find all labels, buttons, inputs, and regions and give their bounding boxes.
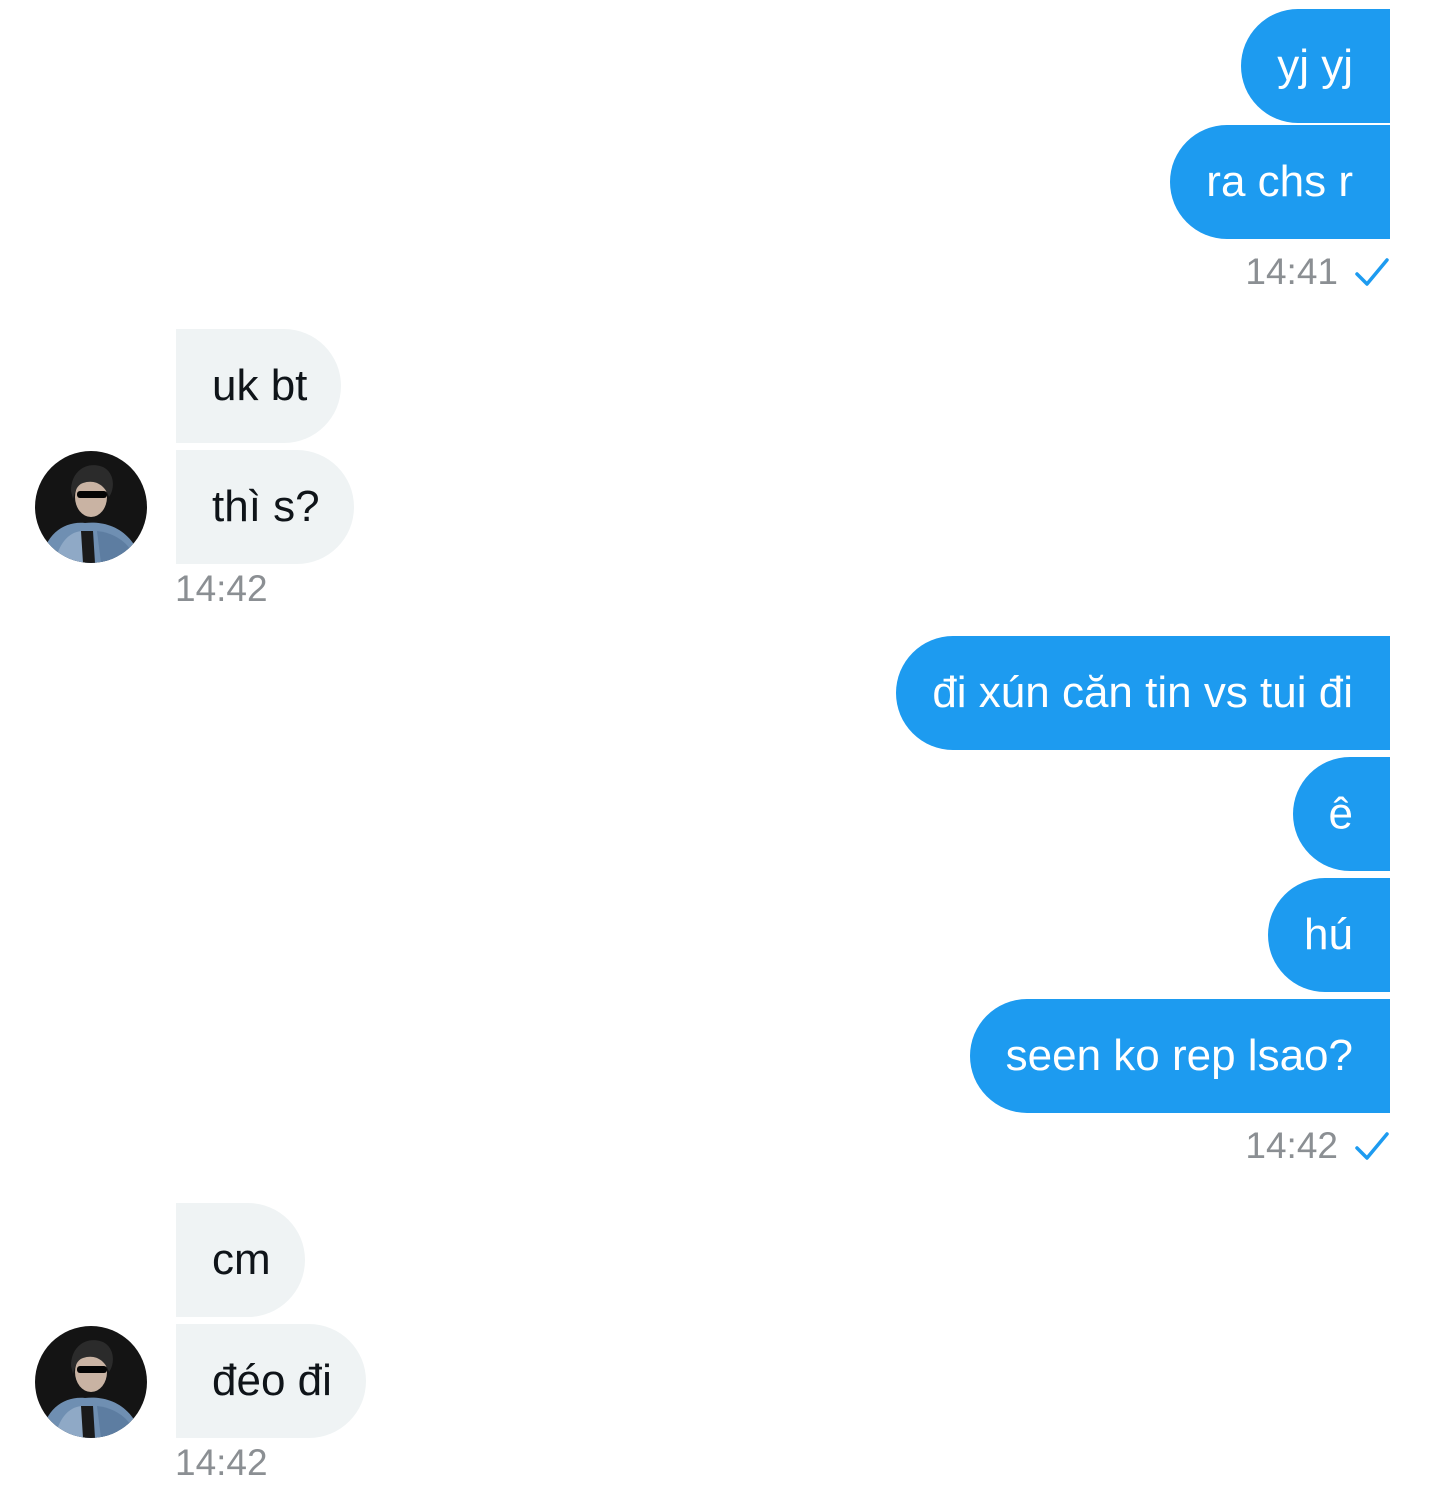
message-time: 14:42 [175, 1442, 268, 1483]
outgoing-message[interactable]: seen ko rep lsao? [969, 999, 1390, 1113]
message-text: cm [212, 1235, 271, 1284]
message-time: 14:41 [1245, 251, 1338, 292]
check-icon [1355, 1131, 1389, 1160]
contact-avatar[interactable] [35, 1326, 147, 1438]
outgoing-message[interactable]: hú [1268, 878, 1390, 992]
outgoing-message[interactable]: ra chs r [1170, 125, 1390, 239]
incoming-message[interactable]: cm [176, 1203, 305, 1317]
check-icon [1355, 257, 1389, 286]
incoming-message[interactable]: uk bt [176, 329, 342, 443]
message-time: 14:42 [1245, 1125, 1338, 1166]
message-time: 14:42 [175, 568, 268, 609]
outgoing-message[interactable]: ê [1292, 757, 1390, 871]
message-status: 14:42 [1245, 1127, 1390, 1164]
message-text: yj yj [1277, 41, 1353, 90]
message-text: hú [1304, 910, 1353, 959]
message-text: ê [1328, 789, 1353, 838]
outgoing-message[interactable]: đi xún căn tin vs tui đi [896, 636, 1390, 750]
incoming-message[interactable]: đéo đi [176, 1324, 366, 1438]
message-status: 14:41 [1245, 253, 1390, 290]
message-text: đéo đi [212, 1356, 332, 1405]
message-text: thì s? [212, 482, 320, 531]
outgoing-message[interactable]: yj yj [1241, 9, 1390, 123]
message-text: seen ko rep lsao? [1005, 1031, 1353, 1080]
message-text: ra chs r [1206, 157, 1353, 206]
message-text: uk bt [212, 361, 308, 410]
contact-avatar[interactable] [35, 451, 147, 563]
incoming-message[interactable]: thì s? [176, 450, 354, 564]
message-text: đi xún căn tin vs tui đi [932, 668, 1353, 717]
